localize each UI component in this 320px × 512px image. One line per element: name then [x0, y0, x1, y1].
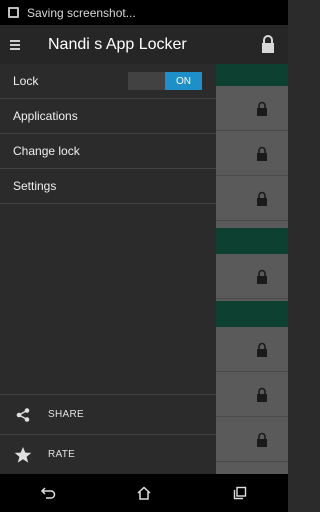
- list-item[interactable]: [216, 86, 288, 131]
- share-button[interactable]: SHARE: [0, 394, 216, 434]
- lock-icon[interactable]: [256, 387, 268, 402]
- navigation-drawer: Lock ON Applications Change lock Setting…: [0, 64, 216, 474]
- list-item[interactable]: [216, 254, 288, 299]
- system-navigation-bar: [0, 474, 288, 512]
- lock-icon[interactable]: [256, 191, 268, 206]
- list-section-header: [216, 64, 288, 86]
- lock-icon[interactable]: [260, 34, 276, 54]
- lock-icon[interactable]: [256, 101, 268, 116]
- lock-icon[interactable]: [256, 269, 268, 284]
- list-item[interactable]: [216, 417, 288, 462]
- status-bar: Saving screenshot...: [0, 0, 288, 25]
- drawer-bottom-actions: SHARE RATE: [0, 394, 216, 474]
- screenshot-notification-icon: [8, 7, 19, 18]
- drawer-item-label: Lock: [13, 74, 39, 88]
- lock-toggle[interactable]: ON: [128, 72, 202, 90]
- list-item[interactable]: [216, 372, 288, 417]
- status-notification-text: Saving screenshot...: [27, 5, 136, 20]
- app-bar: Nandi s App Locker: [0, 25, 288, 64]
- menu-icon[interactable]: [10, 39, 26, 50]
- drawer-item-label: Applications: [13, 109, 78, 123]
- list-section-header: [216, 228, 288, 254]
- drawer-item-label: Change lock: [13, 144, 80, 158]
- list-item[interactable]: [216, 176, 288, 221]
- drawer-item-lock[interactable]: Lock ON: [0, 64, 216, 99]
- app-list-background: [216, 64, 288, 474]
- list-item[interactable]: [216, 327, 288, 372]
- list-section-header: [216, 301, 288, 327]
- recents-icon[interactable]: [232, 485, 248, 501]
- drawer-item-applications[interactable]: Applications: [0, 99, 216, 134]
- list-item[interactable]: [216, 131, 288, 176]
- lock-icon[interactable]: [256, 146, 268, 161]
- rate-label: RATE: [48, 449, 76, 460]
- rate-button[interactable]: RATE: [0, 434, 216, 474]
- share-icon: [14, 406, 32, 424]
- star-icon: [14, 446, 32, 464]
- app-title: Nandi s App Locker: [48, 35, 187, 53]
- lock-icon[interactable]: [256, 342, 268, 357]
- lock-icon[interactable]: [256, 432, 268, 447]
- toggle-on-label: ON: [165, 72, 202, 90]
- drawer-item-label: Settings: [13, 179, 57, 193]
- drawer-item-change-lock[interactable]: Change lock: [0, 134, 216, 169]
- drawer-item-settings[interactable]: Settings: [0, 169, 216, 204]
- back-icon[interactable]: [40, 485, 56, 501]
- toggle-off-segment: [128, 72, 165, 90]
- share-label: SHARE: [48, 409, 84, 420]
- home-icon[interactable]: [136, 485, 152, 501]
